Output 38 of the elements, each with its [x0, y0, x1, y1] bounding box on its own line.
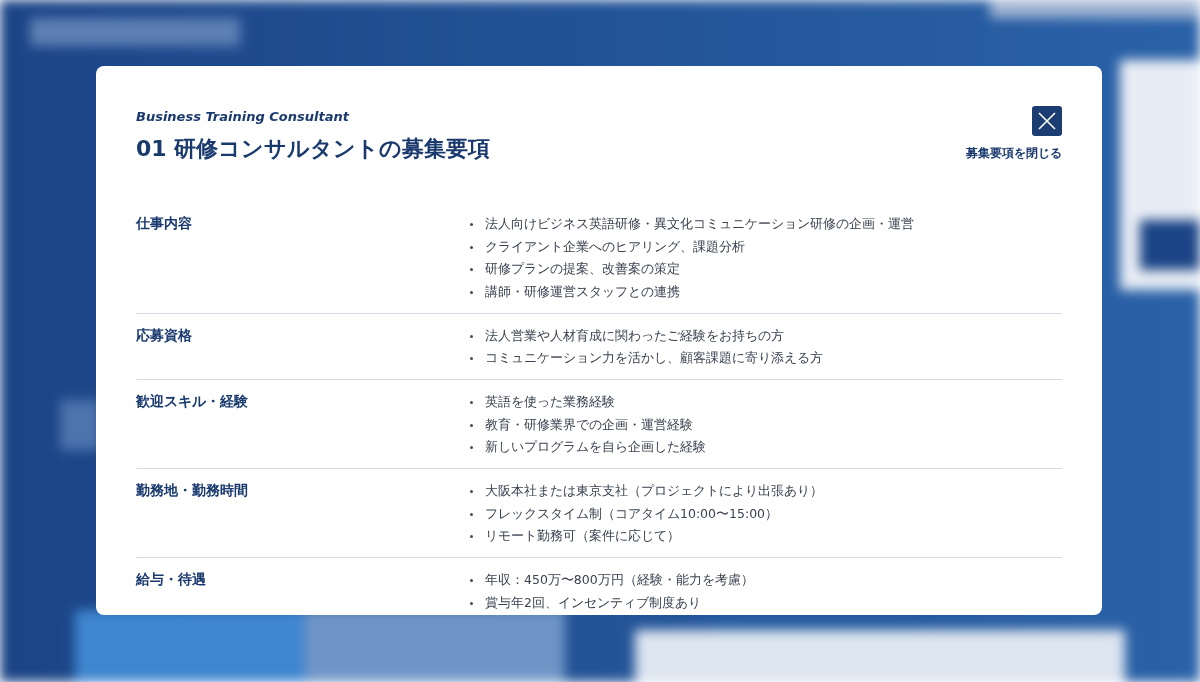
requirement-item: クライアント企業へのヒアリング、課題分析 [485, 238, 745, 256]
bullet-icon [470, 535, 473, 539]
bullet-icon [470, 245, 473, 249]
bullet-icon [470, 446, 473, 450]
requirement-item: 賞与年2回、インセンティブ制度あり [485, 594, 701, 612]
requirement-item: フレックスタイム制（コアタイム10:00〜15:00） [485, 505, 779, 523]
bullet-icon [470, 490, 473, 494]
section-heading: 給与・待遇 [136, 570, 207, 590]
modal-subtitle: Business Training Consultant [136, 109, 351, 124]
close-icon [1038, 112, 1056, 130]
requirement-item: リモート勤務可（案件に応じて） [485, 528, 680, 546]
bullet-icon [470, 601, 473, 605]
requirement-item: 年収：450万〜800万円（経験・能力を考慮） [485, 572, 754, 590]
bullet-icon [470, 357, 473, 361]
requirement-item: 研修プランの提案、改善案の策定 [485, 261, 680, 279]
requirement-item: コミュニケーション力を活かし、顧客課題に寄り添える方 [485, 350, 823, 368]
requirement-item: 新しいプログラムを自ら企画した経験 [485, 439, 706, 457]
bullet-icon [470, 423, 473, 427]
requirement-item: 法人向けビジネス英語研修・異文化コミュニケーション研修の企画・運営 [485, 215, 914, 233]
modal-title: 01 研修コンサルタントの募集要項 [136, 135, 491, 163]
bullet-icon [470, 222, 473, 226]
close-button[interactable] [1032, 106, 1062, 136]
bullet-icon [470, 334, 473, 338]
close-link[interactable]: 募集要項を閉じる [966, 145, 1062, 162]
requirement-item: 教育・研修業界での企画・運営経験 [485, 416, 693, 434]
requirement-item: 大阪本社または東京支社（プロジェクトにより出張あり） [485, 483, 823, 501]
section-heading: 応募資格 [136, 325, 193, 345]
section-heading: 歓迎スキル・経験 [136, 392, 249, 412]
bullet-icon [470, 400, 473, 404]
requirement-item: 法人営業や人材育成に関わったご経験をお持ちの方 [485, 327, 784, 345]
section-heading: 仕事内容 [136, 214, 193, 233]
bullet-icon [470, 290, 473, 294]
requirement-item: 英語を使った業務経験 [485, 393, 615, 411]
bullet-icon [470, 268, 473, 272]
requirement-item: 講師・研修運営スタッフとの連携 [485, 283, 680, 301]
bullet-icon [470, 579, 473, 583]
bullet-icon [470, 512, 473, 516]
section-heading: 勤務地・勤務時間 [136, 481, 249, 501]
